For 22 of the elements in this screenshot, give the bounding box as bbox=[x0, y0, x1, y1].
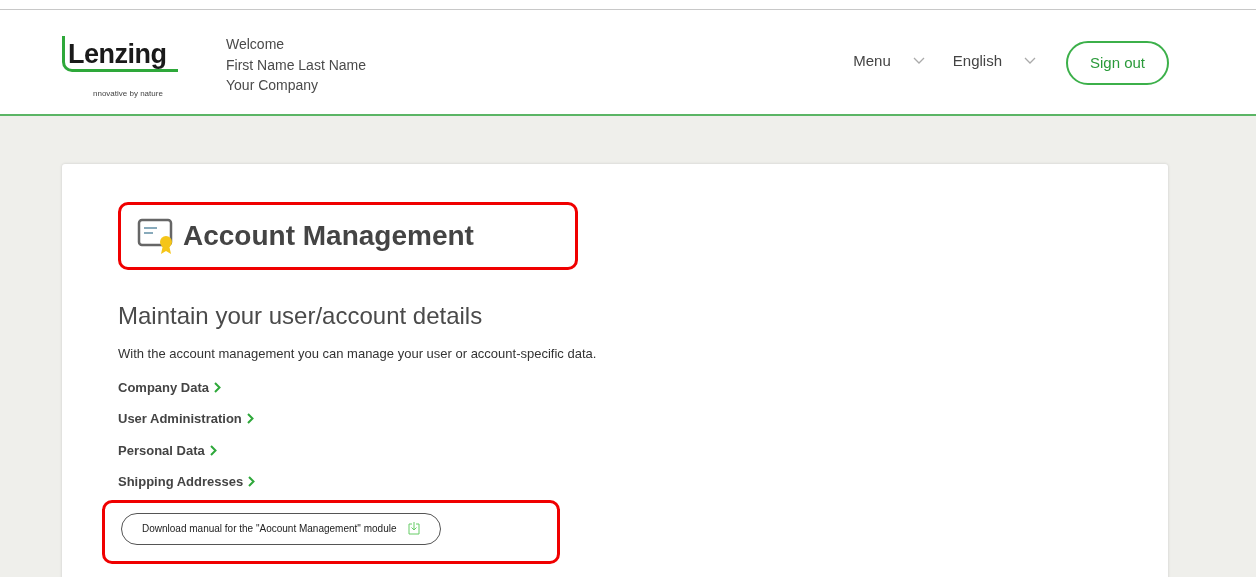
sign-out-button[interactable]: Sign out bbox=[1066, 41, 1169, 85]
chevron-right-icon bbox=[248, 476, 256, 488]
description-text: With the account management you can manage your user or account-specific data. bbox=[118, 345, 598, 363]
page-title: Account Management bbox=[183, 219, 474, 253]
nav-dropdown[interactable]: English bbox=[944, 50, 1044, 73]
chevron-down-icon bbox=[1024, 57, 1036, 66]
chevron-down-icon bbox=[912, 57, 925, 66]
chevron-right-icon bbox=[209, 444, 217, 456]
user-info-text: First Name Last Name bbox=[226, 55, 367, 75]
chevron-right-icon bbox=[246, 413, 254, 425]
user-info-text: Your Company bbox=[226, 76, 320, 95]
section-link[interactable]: Company Data bbox=[118, 377, 222, 397]
nav-dropdown[interactable]: Menu bbox=[845, 50, 933, 73]
user-info-text: Welcome bbox=[226, 35, 286, 54]
section-heading: Maintain your user/account details bbox=[118, 301, 484, 331]
section-link[interactable]: Shipping Addresses bbox=[118, 472, 256, 492]
section-link[interactable]: Personal Data bbox=[118, 440, 217, 460]
download-icon bbox=[408, 522, 421, 535]
logo-wordmark[interactable]: Lenzing bbox=[68, 34, 167, 75]
logo-tagline: nnovative by nature bbox=[93, 88, 163, 100]
chevron-right-icon bbox=[214, 381, 222, 393]
section-link[interactable]: User Administration bbox=[118, 409, 254, 429]
